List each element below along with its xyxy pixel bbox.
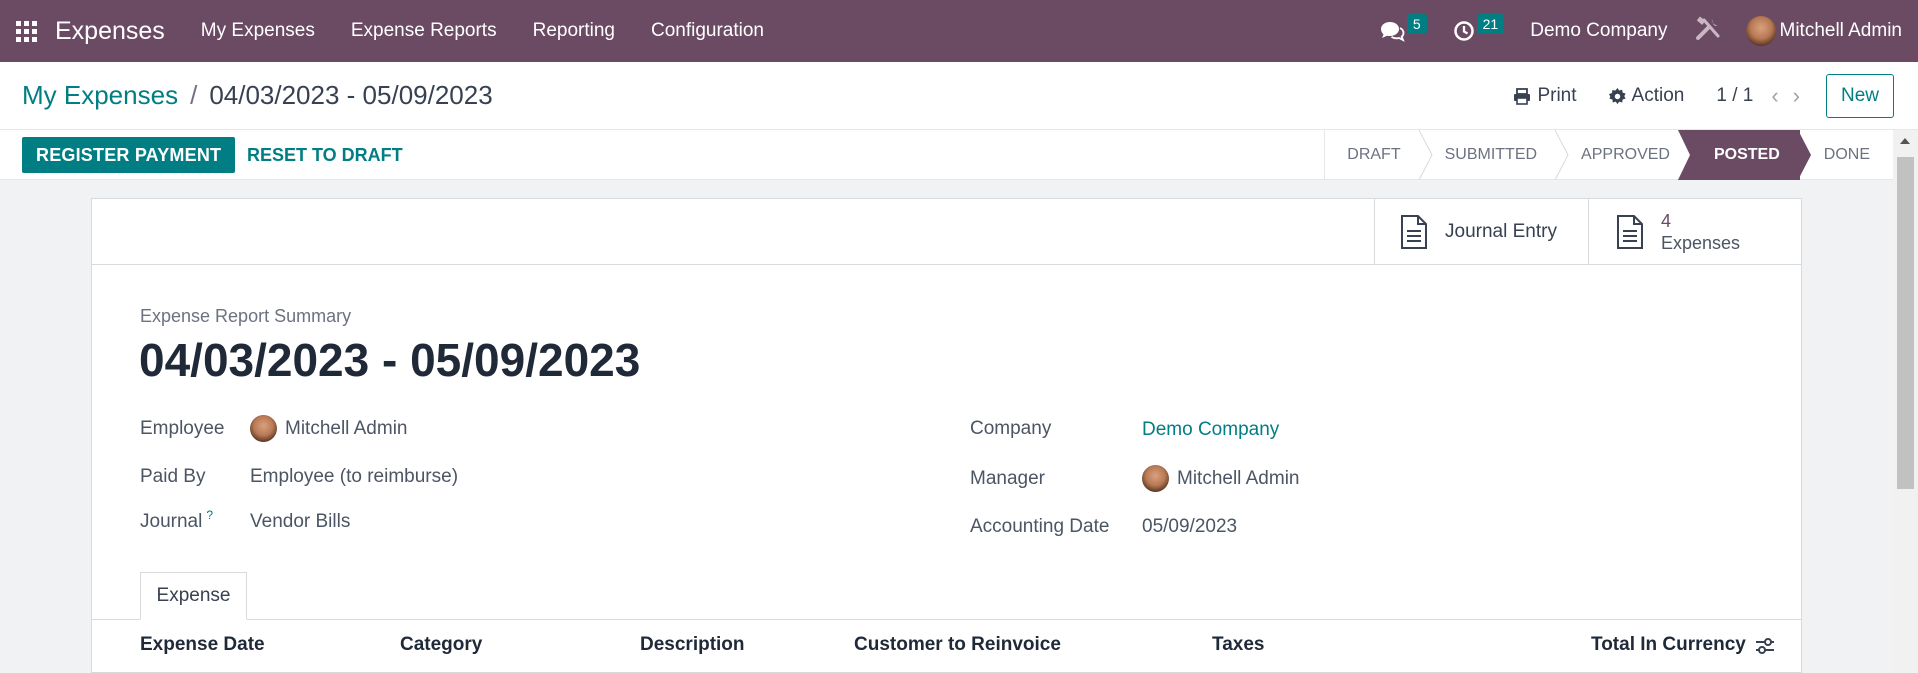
pager-value[interactable]: 1 / 1 xyxy=(1716,85,1753,107)
stage-posted[interactable]: POSTED xyxy=(1677,130,1811,180)
action-label: Action xyxy=(1631,85,1685,106)
tab-expense[interactable]: Expense xyxy=(140,572,247,620)
new-button[interactable]: New xyxy=(1825,74,1894,118)
manager-label: Manager xyxy=(970,468,1045,489)
activity-menu[interactable]: 21 xyxy=(1453,14,1505,42)
document-icon xyxy=(1401,215,1427,249)
expenses-label: Expenses xyxy=(1661,233,1741,253)
clock-icon xyxy=(1453,21,1474,41)
user-name: Mitchell Admin xyxy=(1779,20,1903,41)
manager-avatar xyxy=(1142,465,1169,492)
column-taxes[interactable]: Taxes xyxy=(1212,634,1264,656)
employee-avatar xyxy=(250,415,277,442)
control-panel: My Expenses / 04/03/2023 - 05/09/2023 Pr… xyxy=(0,62,1918,130)
manager-value: Mitchell Admin xyxy=(1177,467,1300,489)
accounting-date-value[interactable]: 05/09/2023 xyxy=(1142,516,1237,538)
accounting-date-label: Accounting Date xyxy=(970,516,1110,537)
paid-by-label: Paid By xyxy=(140,466,206,487)
reset-to-draft-button[interactable]: RESET TO DRAFT xyxy=(233,137,417,173)
column-customer-to-reinvoice[interactable]: Customer to Reinvoice xyxy=(854,634,1061,656)
status-bar: REGISTER PAYMENT RESET TO DRAFT DRAFT SU… xyxy=(0,130,1918,180)
chat-icon xyxy=(1380,22,1405,42)
scroll-thumb[interactable] xyxy=(1897,157,1914,489)
document-icon xyxy=(1617,215,1643,249)
print-icon xyxy=(1514,87,1531,105)
employee-field[interactable]: Mitchell Admin xyxy=(250,415,408,442)
stage-draft-label: DRAFT xyxy=(1347,146,1401,163)
company-value[interactable]: Demo Company xyxy=(1142,419,1279,441)
app-name[interactable]: Expenses xyxy=(55,17,165,46)
column-description[interactable]: Description xyxy=(640,634,745,656)
company-label: Company xyxy=(970,418,1052,439)
activities-badge: 21 xyxy=(1476,14,1505,34)
print-button[interactable]: Print xyxy=(1513,85,1577,107)
breadcrumb: My Expenses / 04/03/2023 - 05/09/2023 xyxy=(22,80,493,111)
stage-separator-icon xyxy=(1555,130,1569,180)
expense-table-header: Expense Date Category Description Custom… xyxy=(92,620,1801,673)
stage-submitted[interactable]: SUBMITTED xyxy=(1421,130,1569,180)
scroll-up-icon[interactable] xyxy=(1900,138,1910,144)
stage-posted-label: POSTED xyxy=(1713,146,1780,163)
menu-expense-reports[interactable]: Expense Reports xyxy=(333,0,515,62)
gear-icon xyxy=(1608,87,1626,104)
app-switcher-icon[interactable] xyxy=(0,0,52,62)
breadcrumb-my-expenses[interactable]: My Expenses xyxy=(22,80,178,111)
stage-submitted-label: SUBMITTED xyxy=(1444,146,1538,163)
stage-draft[interactable]: DRAFT xyxy=(1325,130,1433,180)
breadcrumb-current: 04/03/2023 - 05/09/2023 xyxy=(209,80,493,110)
action-button[interactable]: Action xyxy=(1608,85,1685,107)
top-navbar: Expenses My Expenses Expense Reports Rep… xyxy=(0,0,1918,62)
paid-by-value[interactable]: Employee (to reimburse) xyxy=(250,466,458,488)
company-switcher[interactable]: Demo Company xyxy=(1530,20,1667,42)
report-title[interactable]: 04/03/2023 - 05/09/2023 xyxy=(139,333,640,387)
journal-label-text: Journal xyxy=(140,511,203,532)
user-menu[interactable]: Mitchell Admin xyxy=(1745,16,1903,46)
print-label: Print xyxy=(1537,85,1577,106)
stage-done[interactable]: DONE xyxy=(1800,130,1890,180)
journal-entry-button[interactable]: Journal Entry xyxy=(1374,199,1588,265)
stage-separator-icon xyxy=(1418,130,1433,180)
employee-label: Employee xyxy=(140,418,225,439)
form-sheet: Journal Entry 4 Expenses Expense Report … xyxy=(91,198,1802,673)
stage-active-left-icon xyxy=(1677,130,1691,180)
expenses-smart-button[interactable]: 4 Expenses xyxy=(1588,199,1801,265)
menu-configuration[interactable]: Configuration xyxy=(633,0,782,62)
register-payment-button[interactable]: REGISTER PAYMENT xyxy=(22,137,236,173)
menu-reporting[interactable]: Reporting xyxy=(515,0,633,62)
stage-active-arrow-icon xyxy=(1797,130,1811,180)
expenses-count: 4 xyxy=(1661,211,1672,231)
status-pipeline: DRAFT SUBMITTED APPROVED POSTED DONE xyxy=(1324,130,1890,180)
smart-button-box: Journal Entry 4 Expenses xyxy=(92,199,1801,265)
journal-label: Journal? xyxy=(140,508,213,533)
page-scrollbar[interactable] xyxy=(1893,130,1918,673)
debug-tools-icon[interactable] xyxy=(1694,16,1722,47)
column-category[interactable]: Category xyxy=(400,634,482,656)
optional-columns-icon[interactable] xyxy=(1755,637,1775,660)
journal-value[interactable]: Vendor Bills xyxy=(250,511,350,533)
stage-approved[interactable]: APPROVED xyxy=(1557,130,1690,180)
stage-done-label: DONE xyxy=(1823,146,1870,163)
help-tooltip-icon[interactable]: ? xyxy=(206,508,213,522)
messaging-menu[interactable]: 5 xyxy=(1379,14,1427,42)
stage-approved-label: APPROVED xyxy=(1581,146,1670,163)
employee-value: Mitchell Admin xyxy=(285,417,408,439)
summary-label: Expense Report Summary xyxy=(140,306,352,326)
journal-entry-label: Journal Entry xyxy=(1445,221,1557,242)
messages-badge: 5 xyxy=(1406,14,1427,34)
column-total-in-currency[interactable]: Total In Currency xyxy=(1591,634,1746,656)
manager-field[interactable]: Mitchell Admin xyxy=(1142,465,1300,492)
user-avatar xyxy=(1745,16,1776,46)
pager-next-icon[interactable]: › xyxy=(1793,83,1800,109)
column-expense-date[interactable]: Expense Date xyxy=(140,634,265,656)
pager-previous-icon[interactable]: ‹ xyxy=(1771,83,1778,109)
breadcrumb-separator: / xyxy=(190,80,198,110)
menu-my-expenses[interactable]: My Expenses xyxy=(183,0,333,62)
